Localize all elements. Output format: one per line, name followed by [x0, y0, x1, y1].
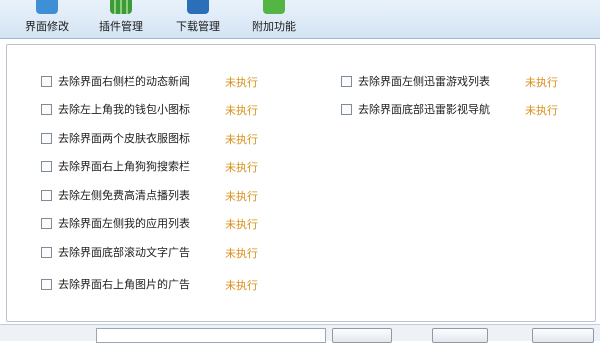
- option-checkbox[interactable]: [341, 103, 352, 115]
- path-input[interactable]: [96, 328, 326, 343]
- option-label: 去除左侧免费高清点播列表: [58, 189, 190, 202]
- option-checkbox[interactable]: [41, 103, 52, 115]
- status-text: 未执行: [225, 279, 258, 292]
- status-text: 未执行: [525, 104, 558, 117]
- status-text: 未执行: [225, 133, 258, 146]
- plugin-icon: [110, 0, 132, 14]
- browse-button[interactable]: [332, 328, 392, 343]
- toolbar-plugin-button[interactable]: 插件管理: [92, 0, 150, 38]
- option-row[interactable]: 去除界面底部迅雷影视导航: [341, 101, 490, 117]
- action-button[interactable]: [432, 328, 488, 343]
- option-row[interactable]: 去除界面左侧我的应用列表: [41, 215, 190, 231]
- interface-icon: [36, 0, 58, 14]
- option-checkbox[interactable]: [41, 278, 52, 290]
- option-row[interactable]: 去除界面左侧迅雷游戏列表: [341, 73, 490, 89]
- toolbar-extras-button[interactable]: 附加功能: [244, 0, 304, 38]
- option-checkbox[interactable]: [41, 217, 52, 229]
- toolbar-download-button[interactable]: 下载管理: [168, 0, 228, 38]
- status-text: 未执行: [225, 247, 258, 260]
- status-text: 未执行: [225, 190, 258, 203]
- action-button-right[interactable]: [532, 328, 594, 343]
- option-checkbox[interactable]: [41, 246, 52, 258]
- option-row[interactable]: 去除左上角我的钱包小图标: [41, 101, 190, 117]
- option-label: 去除界面右上角狗狗搜索栏: [58, 160, 190, 173]
- toolbar-label: 界面修改: [25, 20, 69, 33]
- download-icon: [187, 0, 209, 14]
- option-label: 去除界面左侧迅雷游戏列表: [358, 75, 490, 88]
- status-text: 未执行: [225, 161, 258, 174]
- option-row[interactable]: 去除界面右上角图片的广告: [41, 276, 190, 292]
- option-label: 去除界面右侧栏的动态新闻: [58, 75, 190, 88]
- bottom-bar: [0, 324, 600, 343]
- option-row[interactable]: 去除界面右上角狗狗搜索栏: [41, 158, 190, 174]
- extras-icon: [263, 0, 285, 14]
- toolbar: 界面修改 插件管理 下载管理 附加功能: [0, 0, 600, 39]
- option-label: 去除界面左侧我的应用列表: [58, 217, 190, 230]
- option-row[interactable]: 去除左侧免费高清点播列表: [41, 187, 190, 203]
- option-label: 去除界面两个皮肤衣服图标: [58, 132, 190, 145]
- toolbar-label: 附加功能: [252, 20, 296, 33]
- status-text: 未执行: [225, 104, 258, 117]
- option-label: 去除左上角我的钱包小图标: [58, 103, 190, 116]
- option-row[interactable]: 去除界面底部滚动文字广告: [41, 244, 190, 260]
- option-checkbox[interactable]: [41, 160, 52, 172]
- status-text: 未执行: [225, 76, 258, 89]
- status-text: 未执行: [225, 218, 258, 231]
- status-text: 未执行: [525, 76, 558, 89]
- option-checkbox[interactable]: [341, 75, 352, 87]
- toolbar-interface-button[interactable]: 界面修改: [18, 0, 76, 38]
- option-checkbox[interactable]: [41, 75, 52, 87]
- toolbar-label: 下载管理: [176, 20, 220, 33]
- toolbar-label: 插件管理: [99, 20, 143, 33]
- option-label: 去除界面底部滚动文字广告: [58, 246, 190, 259]
- option-checkbox[interactable]: [41, 189, 52, 201]
- option-checkbox[interactable]: [41, 132, 52, 144]
- option-label: 去除界面底部迅雷影视导航: [358, 103, 490, 116]
- options-panel: 去除界面右侧栏的动态新闻 未执行 去除左上角我的钱包小图标 未执行 去除界面两个…: [6, 44, 596, 322]
- option-row[interactable]: 去除界面两个皮肤衣服图标: [41, 130, 190, 146]
- option-row[interactable]: 去除界面右侧栏的动态新闻: [41, 73, 190, 89]
- option-label: 去除界面右上角图片的广告: [58, 278, 190, 291]
